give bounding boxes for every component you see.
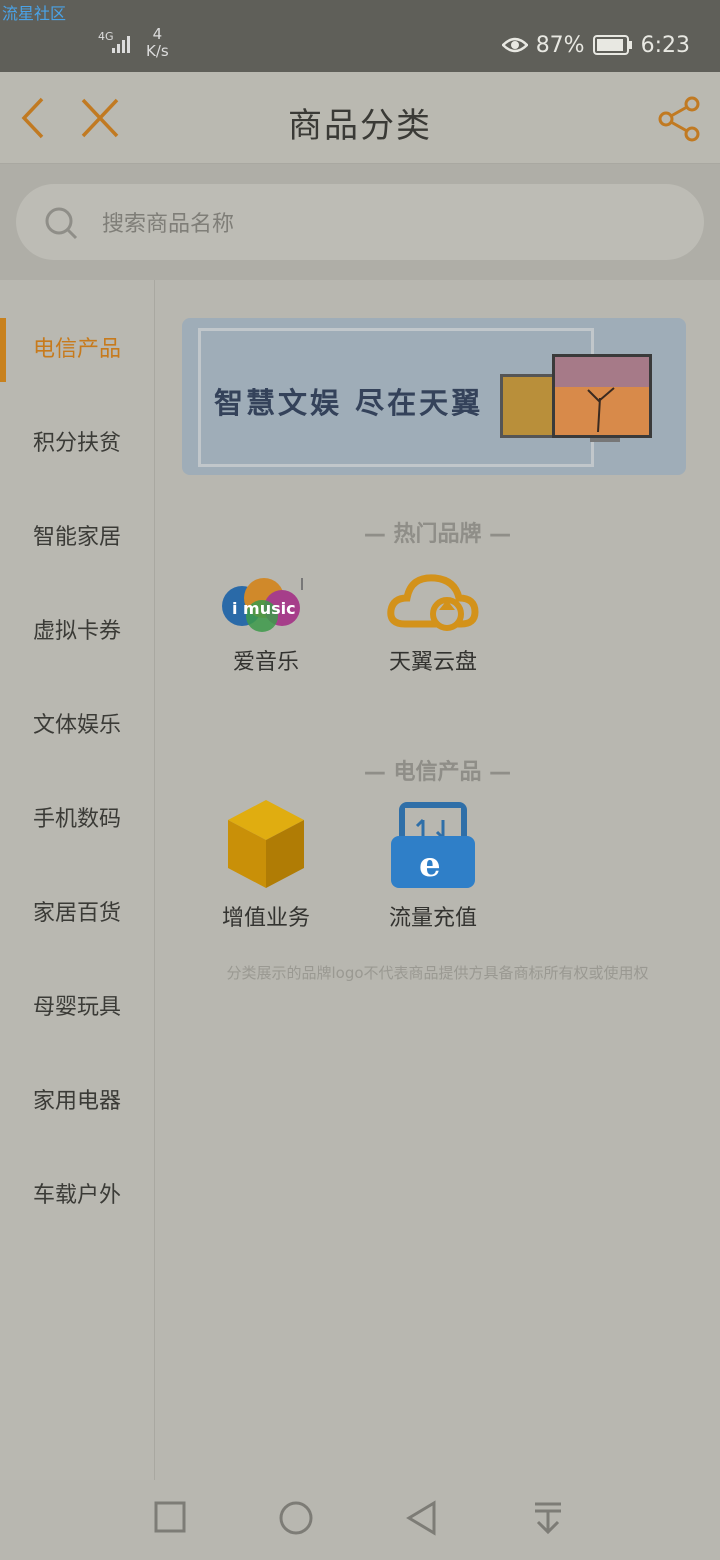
section-title-hot-brands: — 热门品牌 — bbox=[363, 522, 512, 547]
signal-icon bbox=[112, 36, 130, 53]
product-label-data-recharge: 流量充值 bbox=[388, 906, 477, 931]
status-bar: 流星社区 4G 4 K/s 87% 6:23 bbox=[0, 0, 720, 72]
top-header: 商品分类 bbox=[0, 72, 720, 164]
category-content: 智慧文娱 尽在天翼 — 热门品牌 — i music 爱音乐 天翼云盘 — 电信… bbox=[155, 280, 720, 1480]
sidebar-item-household[interactable]: 家居百货 bbox=[0, 884, 154, 944]
data-recharge-icon: e bbox=[391, 802, 475, 888]
brand-tile-imusic[interactable]: i music 爱音乐 bbox=[191, 570, 341, 676]
sidebar-item-telecom[interactable]: 电信产品 bbox=[0, 320, 154, 380]
home-icon[interactable] bbox=[278, 1500, 314, 1536]
sidebar-item-entertainment[interactable]: 文体娱乐 bbox=[0, 696, 154, 756]
network-speed: 4 K/s bbox=[146, 25, 169, 60]
eye-icon bbox=[501, 37, 528, 53]
sidebar-item-points[interactable]: 积分扶贫 bbox=[0, 414, 154, 474]
svg-text:i music: i music bbox=[232, 599, 296, 618]
share-icon[interactable] bbox=[658, 96, 702, 142]
search-input[interactable]: 搜索商品名称 bbox=[16, 184, 704, 260]
sidebar-item-outdoor[interactable]: 车载户外 bbox=[0, 1166, 154, 1226]
tv-image bbox=[500, 354, 652, 442]
imusic-icon: i music bbox=[222, 578, 303, 632]
promo-banner[interactable]: 智慧文娱 尽在天翼 bbox=[182, 318, 686, 475]
search-placeholder: 搜索商品名称 bbox=[102, 212, 235, 237]
clock: 6:23 bbox=[640, 32, 690, 58]
recent-apps-icon[interactable] bbox=[154, 1500, 186, 1534]
sidebar-item-appliances[interactable]: 家用电器 bbox=[0, 1072, 154, 1132]
battery-icon bbox=[592, 35, 632, 55]
product-label-value-added: 增值业务 bbox=[221, 906, 310, 931]
sidebar-item-virtual-cards[interactable]: 虚拟卡券 bbox=[0, 602, 154, 662]
banner-text: 智慧文娱 尽在天翼 bbox=[214, 386, 484, 420]
brand-label-imusic: 爱音乐 bbox=[232, 650, 299, 675]
sidebar-item-smart-home[interactable]: 智能家居 bbox=[0, 508, 154, 568]
section-title-telecom: — 电信产品 — bbox=[363, 760, 512, 785]
product-tile-value-added[interactable]: 增值业务 bbox=[191, 798, 341, 932]
system-nav-bar bbox=[0, 1480, 720, 1560]
page-title: 商品分类 bbox=[288, 106, 432, 146]
brand-tile-cloud[interactable]: 天翼云盘 bbox=[358, 570, 508, 676]
watermark-text: 流星社区 bbox=[2, 4, 67, 23]
search-section: 搜索商品名称 bbox=[0, 164, 720, 280]
brand-disclaimer: 分类展示的品牌logo不代表商品提供方具备商标所有权或使用权 bbox=[226, 964, 649, 982]
back-nav-icon[interactable] bbox=[406, 1500, 438, 1536]
svg-text:e: e bbox=[419, 845, 441, 885]
notification-pull-icon[interactable] bbox=[532, 1500, 564, 1536]
sidebar-item-digital[interactable]: 手机数码 bbox=[0, 790, 154, 850]
battery-percent: 87% bbox=[535, 32, 585, 58]
category-sidebar: 电信产品 积分扶贫 智能家居 虚拟卡券 文体娱乐 手机数码 家居百货 母婴玩具 … bbox=[0, 280, 155, 1480]
product-tile-data-recharge[interactable]: e 流量充值 bbox=[358, 798, 508, 932]
search-icon bbox=[45, 207, 78, 240]
box-icon bbox=[228, 800, 304, 888]
cloud-icon bbox=[387, 574, 479, 631]
brand-label-cloud: 天翼云盘 bbox=[388, 650, 477, 675]
sidebar-item-baby-toys[interactable]: 母婴玩具 bbox=[0, 978, 154, 1038]
